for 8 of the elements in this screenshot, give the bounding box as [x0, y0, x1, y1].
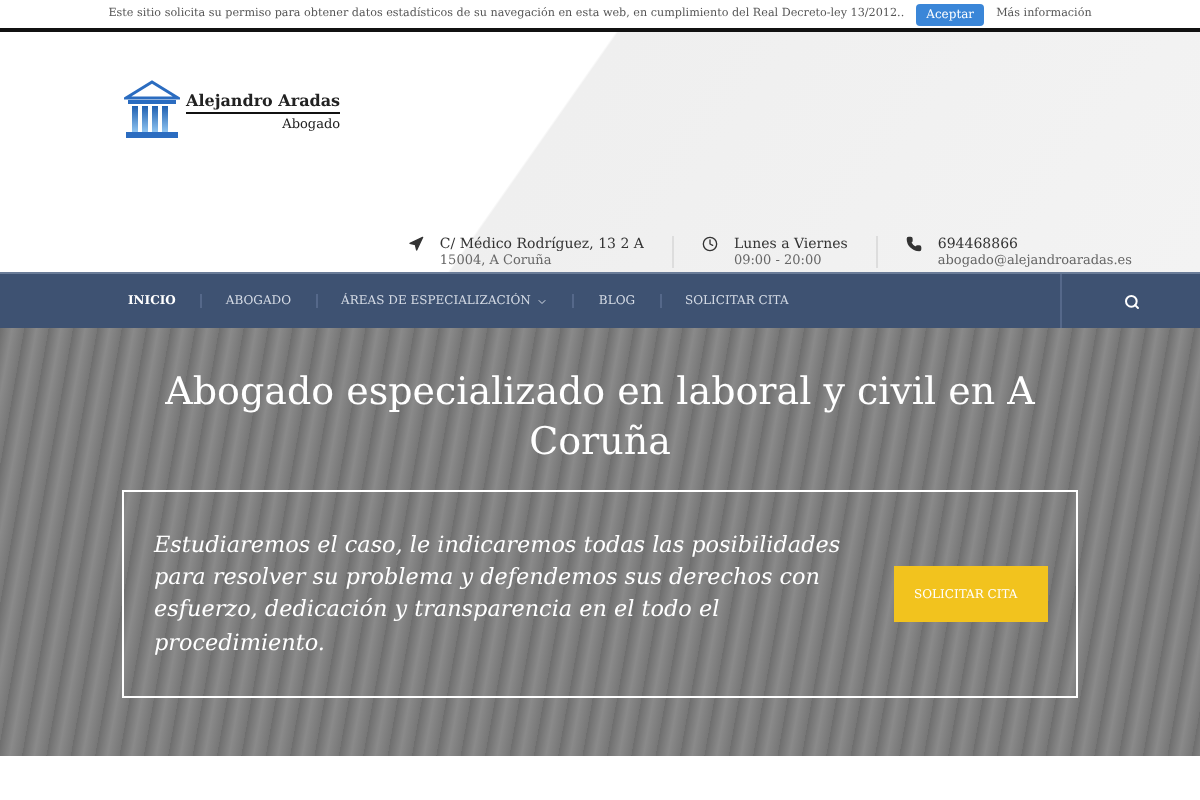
hero-title: Abogado especializado en laboral y civil en A Coruña	[163, 368, 1037, 467]
search-icon	[1123, 293, 1139, 309]
phone-icon	[905, 236, 922, 252]
location-arrow-icon	[407, 236, 424, 252]
hero-text: Estudiaremos el caso, le indicaremos todas las posibilidades para resolver su problema y defendemos sus derechos con esfuerzo, dedicación y transparencia en el todo el procedimiento.	[154, 529, 843, 660]
temple-logo-icon	[124, 80, 180, 140]
clock-icon	[701, 236, 718, 252]
logo-name: Alejandro Aradas	[186, 89, 341, 113]
